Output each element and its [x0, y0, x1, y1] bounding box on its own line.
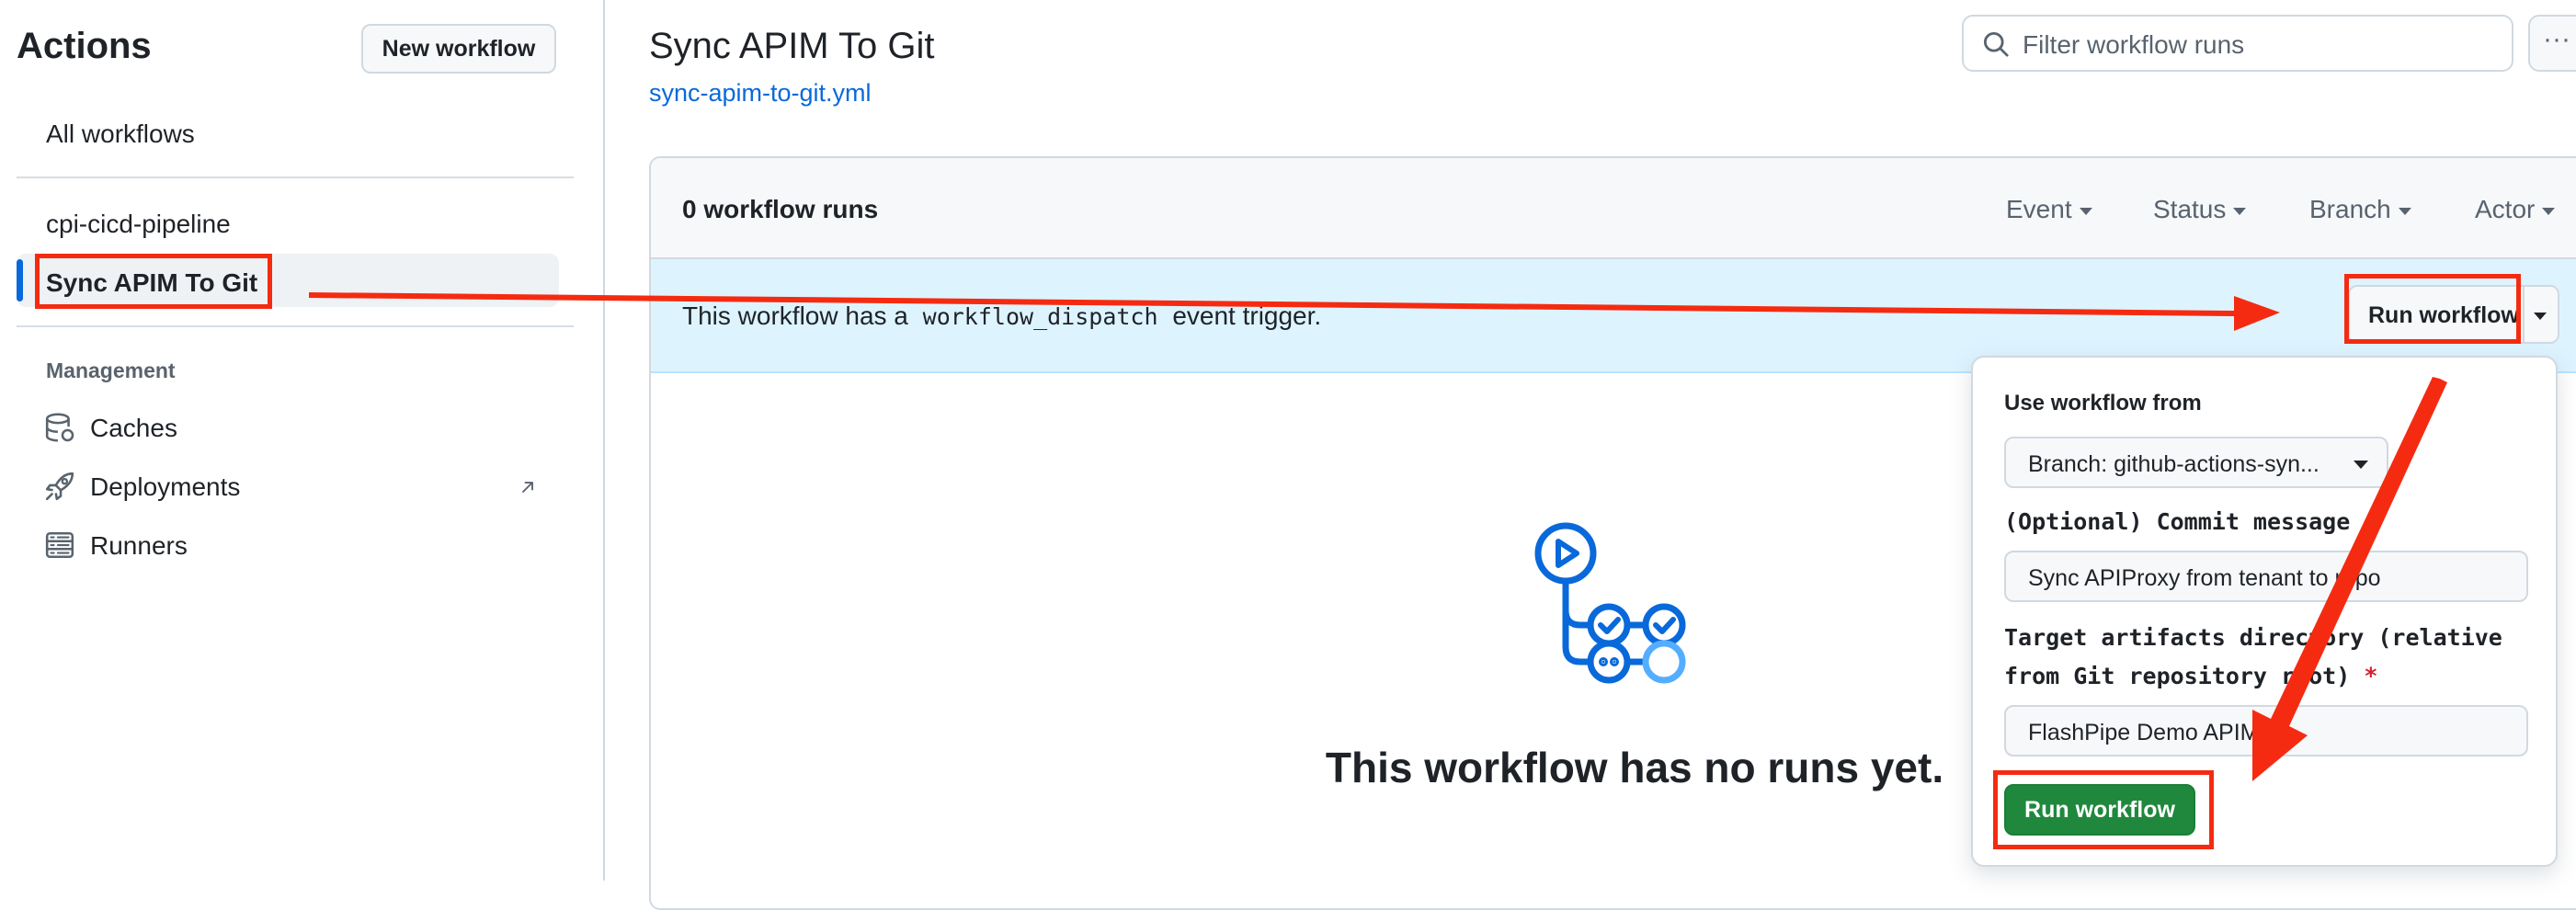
annotation-arrow-horizontal	[309, 292, 2280, 331]
annotation-arrows	[309, 292, 2447, 781]
annotation-arrow-diagonal	[2252, 377, 2447, 781]
